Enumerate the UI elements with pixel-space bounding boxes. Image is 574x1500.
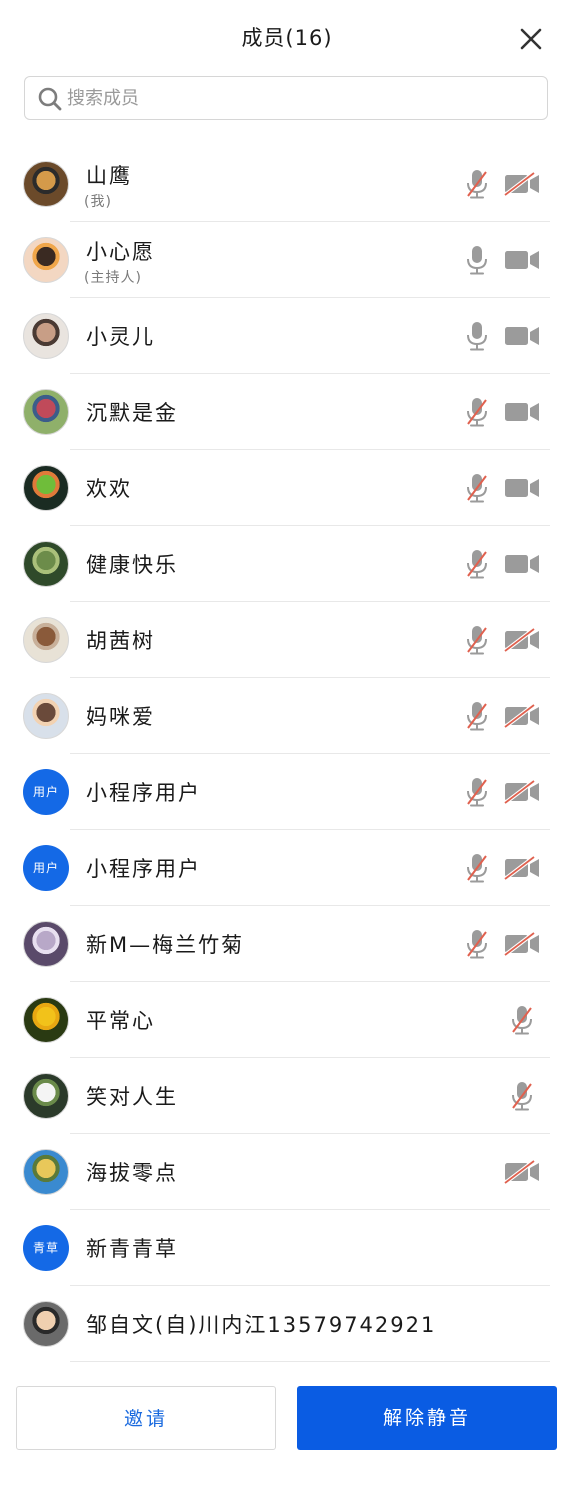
member-row[interactable]: 小心愿 (主持人) [0, 222, 574, 298]
avatar: 青草 [23, 1225, 69, 1271]
camera-off-icon[interactable] [503, 1159, 540, 1185]
member-row[interactable]: 海拔零点 [0, 1134, 574, 1210]
member-name: 小程序用户 [86, 781, 201, 805]
camera-icon[interactable] [504, 552, 540, 576]
member-row[interactable]: 胡茜树 [0, 602, 574, 678]
member-list: 山鹰 (我) 小心愿 (主持人) 小灵儿 沉默是金 欢欢 健康快乐 胡茜树 妈咪爱 用户 小程序用户用… [0, 146, 574, 1362]
member-role: (主持人) [84, 270, 142, 286]
member-name: 邹自文(自)川内江13579742921 [86, 1313, 437, 1337]
member-row[interactable]: 邹自文(自)川内江13579742921 [0, 1286, 574, 1362]
member-row[interactable]: 青草 新青青草 [0, 1210, 574, 1286]
mic-muted-icon[interactable] [464, 168, 490, 200]
member-row[interactable]: 小灵儿 [0, 298, 574, 374]
member-name: 笑对人生 [86, 1085, 178, 1109]
member-name: 平常心 [86, 1009, 155, 1033]
mic-muted-icon[interactable] [464, 928, 490, 960]
divider [70, 1361, 550, 1362]
avatar [23, 921, 69, 967]
unmute-all-button[interactable]: 解除静音 [297, 1386, 557, 1450]
member-name: 胡茜树 [86, 629, 155, 653]
camera-icon[interactable] [504, 248, 540, 272]
invite-button[interactable]: 邀请 [16, 1386, 276, 1450]
mic-muted-icon[interactable] [464, 700, 490, 732]
camera-off-icon[interactable] [503, 779, 540, 805]
camera-off-icon[interactable] [503, 171, 540, 197]
member-row[interactable]: 健康快乐 [0, 526, 574, 602]
member-name: 海拔零点 [86, 1161, 178, 1185]
search-box[interactable] [24, 76, 548, 120]
member-row[interactable]: 平常心 [0, 982, 574, 1058]
avatar: 用户 [23, 769, 69, 815]
member-name: 小灵儿 [86, 325, 155, 349]
avatar [23, 1149, 69, 1195]
mic-muted-icon[interactable] [464, 472, 490, 504]
member-name: 小程序用户 [86, 857, 201, 881]
member-name: 妈咪爱 [86, 705, 155, 729]
camera-icon[interactable] [504, 476, 540, 500]
avatar [23, 237, 69, 283]
avatar [23, 617, 69, 663]
mic-muted-icon[interactable] [464, 852, 490, 884]
member-name: 新青青草 [86, 1237, 178, 1261]
member-name: 新M—梅兰竹菊 [86, 933, 245, 957]
member-row[interactable]: 妈咪爱 [0, 678, 574, 754]
mic-muted-icon[interactable] [464, 776, 490, 808]
member-name: 沉默是金 [86, 401, 178, 425]
member-row[interactable]: 新M—梅兰竹菊 [0, 906, 574, 982]
avatar [23, 1073, 69, 1119]
avatar [23, 997, 69, 1043]
mic-muted-icon[interactable] [509, 1080, 535, 1112]
member-row[interactable]: 欢欢 [0, 450, 574, 526]
mic-icon[interactable] [464, 244, 490, 276]
avatar [23, 313, 69, 359]
member-row[interactable]: 笑对人生 [0, 1058, 574, 1134]
member-name: 山鹰 [86, 164, 132, 188]
mic-muted-icon[interactable] [464, 396, 490, 428]
mic-icon[interactable] [464, 320, 490, 352]
mic-muted-icon[interactable] [464, 624, 490, 656]
member-name: 小心愿 [86, 240, 155, 264]
avatar [23, 1301, 69, 1347]
mic-muted-icon[interactable] [464, 548, 490, 580]
search-icon [38, 87, 62, 111]
avatar [23, 693, 69, 739]
avatar [23, 389, 69, 435]
avatar [23, 541, 69, 587]
member-row[interactable]: 山鹰 (我) [0, 146, 574, 222]
member-role: (我) [84, 194, 112, 210]
member-row[interactable]: 用户 小程序用户 [0, 830, 574, 906]
member-name: 欢欢 [86, 477, 132, 501]
page-title: 成员(16) [241, 26, 333, 50]
camera-off-icon[interactable] [503, 627, 540, 653]
search-input[interactable] [67, 82, 537, 114]
camera-icon[interactable] [504, 400, 540, 424]
avatar: 用户 [23, 845, 69, 891]
mic-muted-icon[interactable] [509, 1004, 535, 1036]
member-name: 健康快乐 [86, 553, 178, 577]
avatar [23, 161, 69, 207]
camera-off-icon[interactable] [503, 931, 540, 957]
header: 成员(16) [0, 0, 574, 76]
camera-off-icon[interactable] [503, 855, 540, 881]
avatar [23, 465, 69, 511]
member-row[interactable]: 用户 小程序用户 [0, 754, 574, 830]
member-row[interactable]: 沉默是金 [0, 374, 574, 450]
close-icon[interactable] [514, 22, 548, 56]
camera-icon[interactable] [504, 324, 540, 348]
camera-off-icon[interactable] [503, 703, 540, 729]
